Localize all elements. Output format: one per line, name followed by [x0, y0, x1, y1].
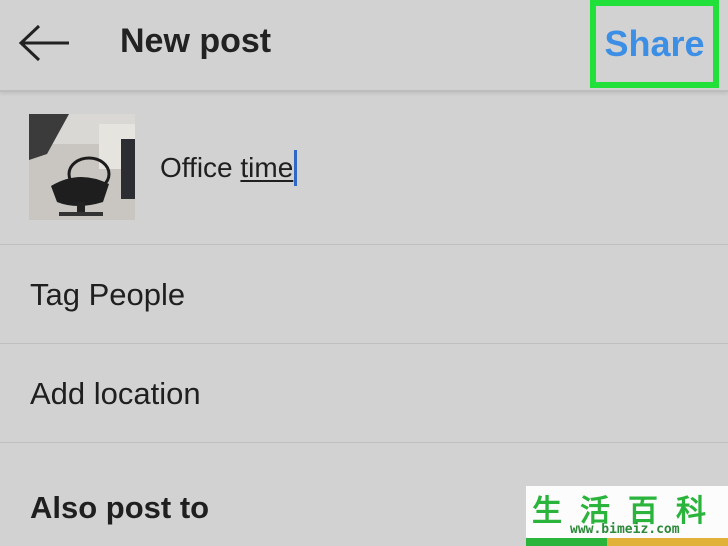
caption-input[interactable]: Office time	[160, 150, 298, 186]
add-location-row[interactable]: Add location	[0, 344, 728, 443]
arrow-left-icon	[18, 24, 69, 62]
add-location-label: Add location	[30, 376, 201, 411]
share-button-label: Share	[604, 23, 705, 64]
tag-people-row[interactable]: Tag People	[0, 245, 728, 344]
page-title: New post	[120, 22, 272, 60]
watermark-url: www.bimeiz.com	[570, 522, 680, 537]
post-thumbnail	[29, 114, 135, 220]
back-button[interactable]	[14, 18, 74, 68]
tag-people-label: Tag People	[30, 277, 186, 312]
top-bar: New post Share	[0, 0, 728, 92]
text-cursor	[294, 150, 298, 186]
also-post-to-heading: Also post to	[30, 490, 210, 525]
caption-text-underlined: time	[240, 152, 294, 183]
caption-text: Office	[160, 152, 241, 183]
caption-row: Office time	[0, 92, 728, 245]
share-button[interactable]: Share	[590, 0, 719, 88]
watermark-logo: 生活百科 www.bimeiz.com	[526, 486, 728, 546]
watermark-stripe	[526, 538, 728, 546]
